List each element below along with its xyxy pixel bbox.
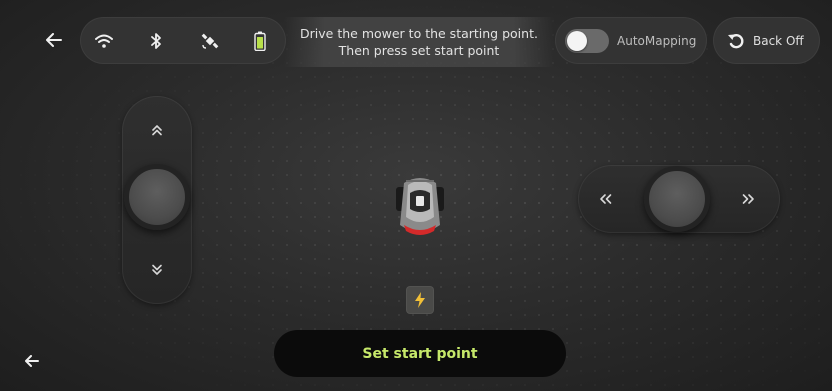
toggle-knob <box>567 30 587 51</box>
steering-knob[interactable] <box>644 166 710 232</box>
wifi-icon <box>92 29 116 53</box>
set-start-point-button[interactable]: Set start point <box>274 330 566 377</box>
instruction-text: Drive the mower to the starting point. T… <box>284 17 554 67</box>
status-bar <box>80 17 286 64</box>
toggle-switch[interactable] <box>565 28 609 53</box>
instruction-line-2: Then press set start point <box>338 43 500 58</box>
undo-icon <box>728 33 744 48</box>
lightning-icon <box>415 292 425 308</box>
chevron-double-right-icon <box>738 189 758 209</box>
chevron-double-up-icon <box>147 120 167 140</box>
chevron-double-left-icon <box>596 189 616 209</box>
back-off-button[interactable]: Back Off <box>713 17 820 64</box>
mapping-screen: Drive the mower to the starting point. T… <box>0 0 832 391</box>
chevron-double-down-icon <box>147 260 167 280</box>
arrow-left-icon <box>46 33 62 47</box>
steering-joystick[interactable] <box>578 165 780 233</box>
forward-backward-joystick[interactable] <box>122 96 192 304</box>
automapping-toggle[interactable]: AutoMapping <box>555 17 707 64</box>
satellite-icon <box>198 29 222 53</box>
joystick-knob[interactable] <box>124 164 190 230</box>
back-bottom-button[interactable] <box>18 347 46 375</box>
automapping-label: AutoMapping <box>617 33 697 48</box>
instruction-line-1: Drive the mower to the starting point. <box>300 26 538 41</box>
bluetooth-icon <box>144 29 168 53</box>
battery-icon <box>248 29 272 53</box>
mower-icon <box>394 175 446 239</box>
back-off-label: Back Off <box>753 33 804 48</box>
arrow-left-icon <box>25 355 39 367</box>
back-button[interactable] <box>40 26 68 54</box>
charging-station-icon <box>406 286 434 314</box>
